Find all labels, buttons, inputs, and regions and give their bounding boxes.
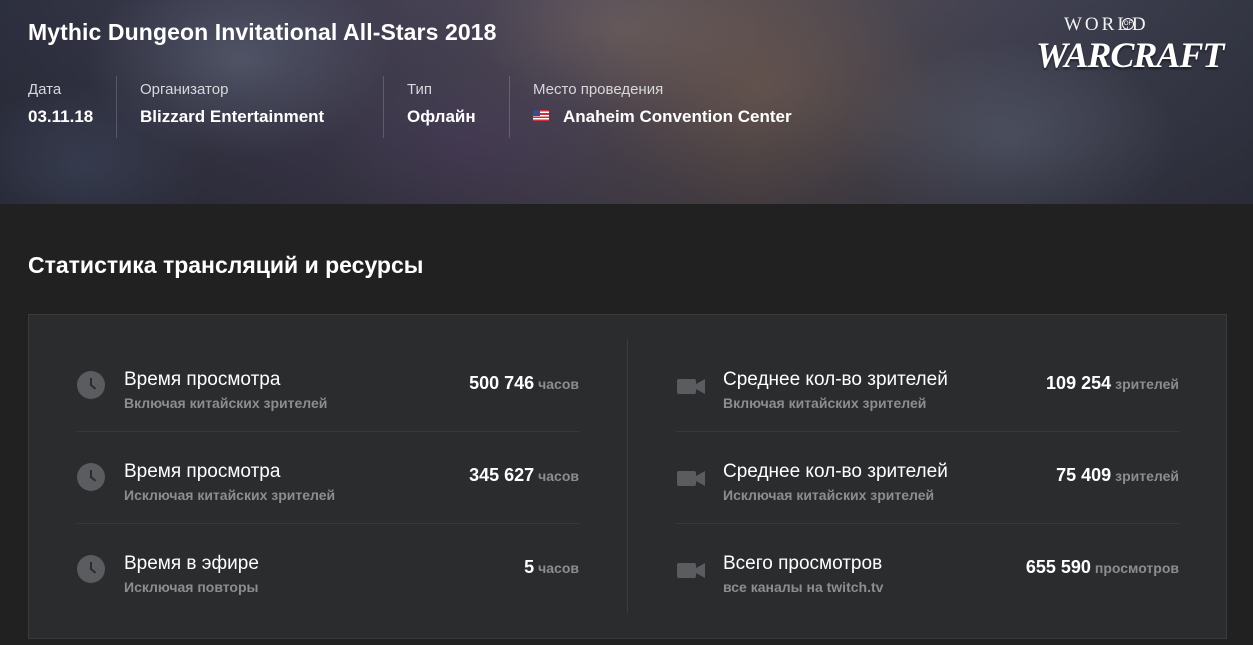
- stat-name: Всего просмотров: [723, 553, 883, 574]
- meta-venue-value: Anaheim Convention Center: [533, 107, 792, 127]
- stat-number: 345 627: [469, 465, 535, 485]
- clock-icon: [77, 555, 105, 583]
- stat-watch-time-incl-china: Время просмотра Включая китайских зрител…: [77, 339, 579, 431]
- meta-venue-label: Место проведения: [533, 81, 664, 98]
- meta-organizer-value[interactable]: Blizzard Entertainment: [140, 107, 324, 127]
- meta-date: Дата 03.11.18: [28, 80, 93, 138]
- stat-value: 5 часов: [524, 557, 579, 578]
- stat-name: Время в эфире: [124, 553, 259, 574]
- us-flag-icon: [533, 110, 549, 121]
- stats-section-title: Статистика трансляций и ресурсы: [28, 252, 424, 278]
- stat-subtitle: Включая китайских зрителей: [124, 395, 328, 411]
- meta-venue-name: Anaheim Convention Center: [563, 107, 792, 126]
- stat-subtitle: Исключая китайских зрителей: [124, 487, 336, 503]
- video-camera-icon: [677, 563, 705, 578]
- logo-of-text: OF: [1122, 18, 1134, 30]
- stat-icon-wrap: [676, 371, 706, 401]
- stat-name: Время просмотра: [124, 369, 281, 390]
- meta-date-label: Дата: [28, 81, 62, 98]
- meta-divider: [509, 76, 510, 138]
- video-camera-icon: [677, 471, 705, 486]
- stat-watch-time-excl-china: Время просмотра Исключая китайских зрите…: [77, 431, 579, 523]
- video-camera-icon: [677, 379, 705, 394]
- meta-organizer: Организатор Blizzard Entertainment: [140, 80, 324, 138]
- stat-icon-wrap: [77, 463, 107, 493]
- stat-value: 109 254 зрителей: [1046, 373, 1179, 394]
- column-divider: [627, 339, 628, 613]
- clock-icon: [77, 371, 105, 399]
- stat-icon-wrap: [77, 555, 107, 585]
- stat-total-views: Всего просмотров все каналы на twitch.tv…: [676, 523, 1179, 615]
- meta-venue: Место проведения Anaheim Convention Cent…: [533, 80, 792, 138]
- stat-icon-wrap: [676, 463, 706, 493]
- stat-subtitle: Исключая китайских зрителей: [723, 487, 935, 503]
- stat-value: 500 746 часов: [469, 373, 579, 394]
- meta-type: Тип Офлайн: [407, 80, 476, 138]
- meta-divider: [116, 76, 117, 138]
- world-of-warcraft-logo: WORLD OF WARCRAFT: [1034, 14, 1224, 78]
- stat-avg-viewers-incl-china: Среднее кол-во зрителей Включая китайски…: [676, 339, 1179, 431]
- stat-subtitle: Включая китайских зрителей: [723, 395, 927, 411]
- meta-divider: [383, 76, 384, 138]
- stat-name: Среднее кол-во зрителей: [723, 461, 948, 482]
- stat-number: 109 254: [1046, 373, 1112, 393]
- stat-subtitle: все каналы на twitch.tv: [723, 579, 884, 595]
- meta-type-label: Тип: [407, 81, 433, 98]
- stat-subtitle: Исключая повторы: [124, 579, 259, 595]
- stat-unit: просмотров: [1094, 560, 1179, 576]
- stat-value: 345 627 часов: [469, 465, 579, 486]
- stat-number: 655 590: [1025, 557, 1091, 577]
- stat-name: Среднее кол-во зрителей: [723, 369, 948, 390]
- clock-icon: [77, 463, 105, 491]
- logo-world-text: WORLD: [1064, 14, 1149, 35]
- meta-organizer-label: Организатор: [140, 81, 229, 98]
- stat-number: 5: [524, 557, 535, 577]
- stat-avg-viewers-excl-china: Среднее кол-во зрителей Исключая китайск…: [676, 431, 1179, 523]
- stat-unit: часов: [538, 468, 579, 484]
- stat-number: 75 409: [1056, 465, 1112, 485]
- stat-unit: зрителей: [1115, 468, 1179, 484]
- stat-unit: часов: [538, 560, 579, 576]
- stat-number: 500 746: [469, 373, 535, 393]
- meta-type-value: Офлайн: [407, 107, 476, 126]
- stat-value: 75 409 зрителей: [1056, 465, 1179, 486]
- event-header-banner: Mythic Dungeon Invitational All-Stars 20…: [0, 0, 1253, 204]
- event-title: Mythic Dungeon Invitational All-Stars 20…: [28, 19, 497, 45]
- meta-date-value: 03.11.18: [28, 107, 94, 126]
- stat-icon-wrap: [676, 555, 706, 585]
- logo-warcraft-text: WARCRAFT: [1036, 35, 1224, 75]
- stat-airtime: Время в эфире Исключая повторы 5 часов: [77, 523, 579, 615]
- stat-unit: зрителей: [1115, 376, 1179, 392]
- stats-panel: Время просмотра Включая китайских зрител…: [28, 314, 1227, 639]
- stat-value: 655 590 просмотров: [1026, 557, 1179, 578]
- stat-icon-wrap: [77, 371, 107, 401]
- stat-name: Время просмотра: [124, 461, 281, 482]
- stat-unit: часов: [538, 376, 579, 392]
